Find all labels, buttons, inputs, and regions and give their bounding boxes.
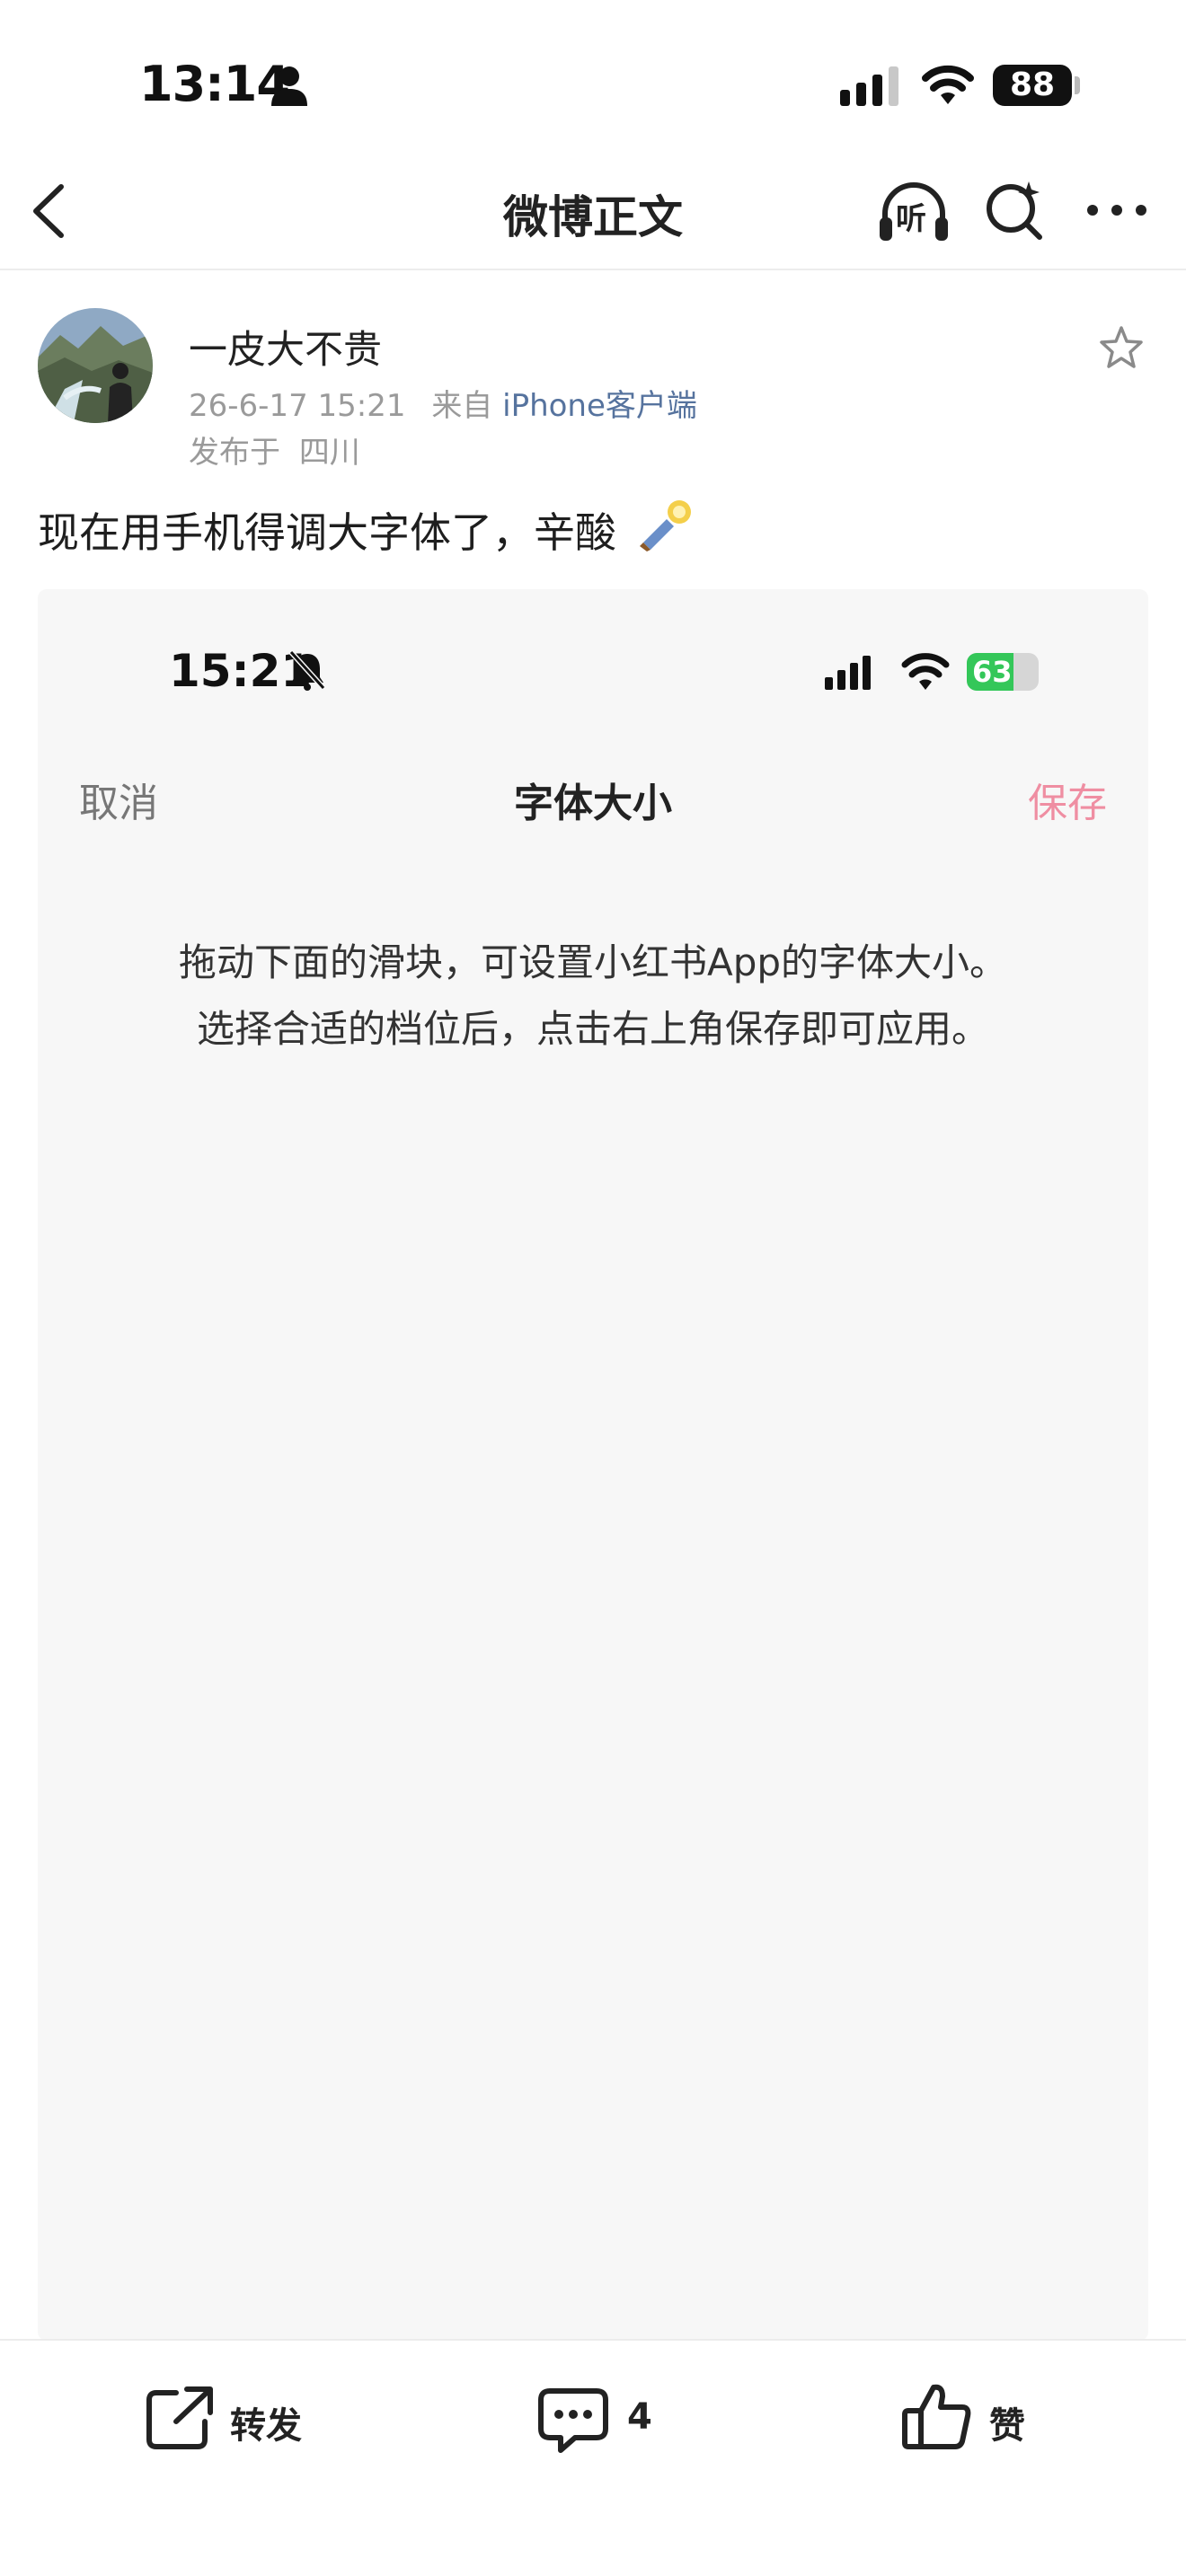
source-client-link[interactable]: iPhone客户端 xyxy=(502,388,697,424)
search-sparkle-icon[interactable] xyxy=(984,178,1047,243)
battery-cap xyxy=(1075,76,1080,94)
embedded-signal-icon xyxy=(825,656,871,690)
listen-button[interactable]: 听 xyxy=(876,176,951,246)
star-favorite-icon[interactable] xyxy=(1098,324,1145,371)
listen-label: 听 xyxy=(896,201,926,237)
post-location: 发布于 四川 xyxy=(189,428,360,472)
source-prefix: 来自 xyxy=(431,388,493,424)
bottom-action-bar: 转发 4 赞 xyxy=(0,2341,1186,2576)
wifi-icon xyxy=(922,65,974,104)
embedded-battery-level: 63 xyxy=(972,655,1013,689)
embedded-screenshot[interactable]: 15:21 63 取消 字体大小 保存 拖动下面的滑块，可设置小红书App的字体… xyxy=(38,589,1148,2341)
cellular-signal-icon xyxy=(840,66,898,106)
location-prefix: 发布于 xyxy=(189,435,280,471)
like-button[interactable]: 赞 xyxy=(901,2375,1054,2457)
person-icon xyxy=(271,66,307,106)
comment-button[interactable]: 4 xyxy=(537,2377,699,2457)
like-label: 赞 xyxy=(989,2405,1025,2447)
post-body: 现在用手机得调大字体了，辛酸 xyxy=(38,508,616,557)
save-button[interactable]: 保存 xyxy=(1028,771,1107,828)
embedded-battery: 63 xyxy=(967,653,1039,691)
embedded-title: 字体大小 xyxy=(514,781,672,826)
description-line-2: 选择合适的档位后，点击右上角保存即可应用。 xyxy=(196,1007,989,1051)
post-meta: 26-6-17 15:21 来自 iPhone客户端 xyxy=(189,381,697,425)
more-options-icon[interactable] xyxy=(1085,198,1148,223)
share-icon xyxy=(146,2386,213,2449)
thumbs-up-icon xyxy=(902,2384,971,2449)
post-timestamp: 26-6-17 15:21 xyxy=(189,388,406,424)
status-time: 13:14 xyxy=(139,56,290,112)
bell-muted-icon xyxy=(288,649,326,691)
embedded-wifi-icon xyxy=(901,653,950,690)
avatar-landscape-image xyxy=(38,308,153,423)
repost-label: 转发 xyxy=(230,2405,302,2447)
avatar[interactable] xyxy=(38,308,153,423)
username[interactable]: 一皮大不贵 xyxy=(189,319,382,375)
candle-emoji xyxy=(640,500,691,551)
description-line-1: 拖动下面的滑块，可设置小红书App的字体大小。 xyxy=(178,940,1008,984)
location-name: 四川 xyxy=(298,435,360,471)
repost-button[interactable]: 转发 xyxy=(144,2377,332,2457)
post-text: 现在用手机得调大字体了，辛酸 xyxy=(38,500,616,560)
comment-bubble-icon xyxy=(538,2388,608,2453)
battery-indicator: 88 xyxy=(993,65,1072,106)
nav-divider xyxy=(0,269,1186,270)
comment-count: 4 xyxy=(627,2396,652,2438)
